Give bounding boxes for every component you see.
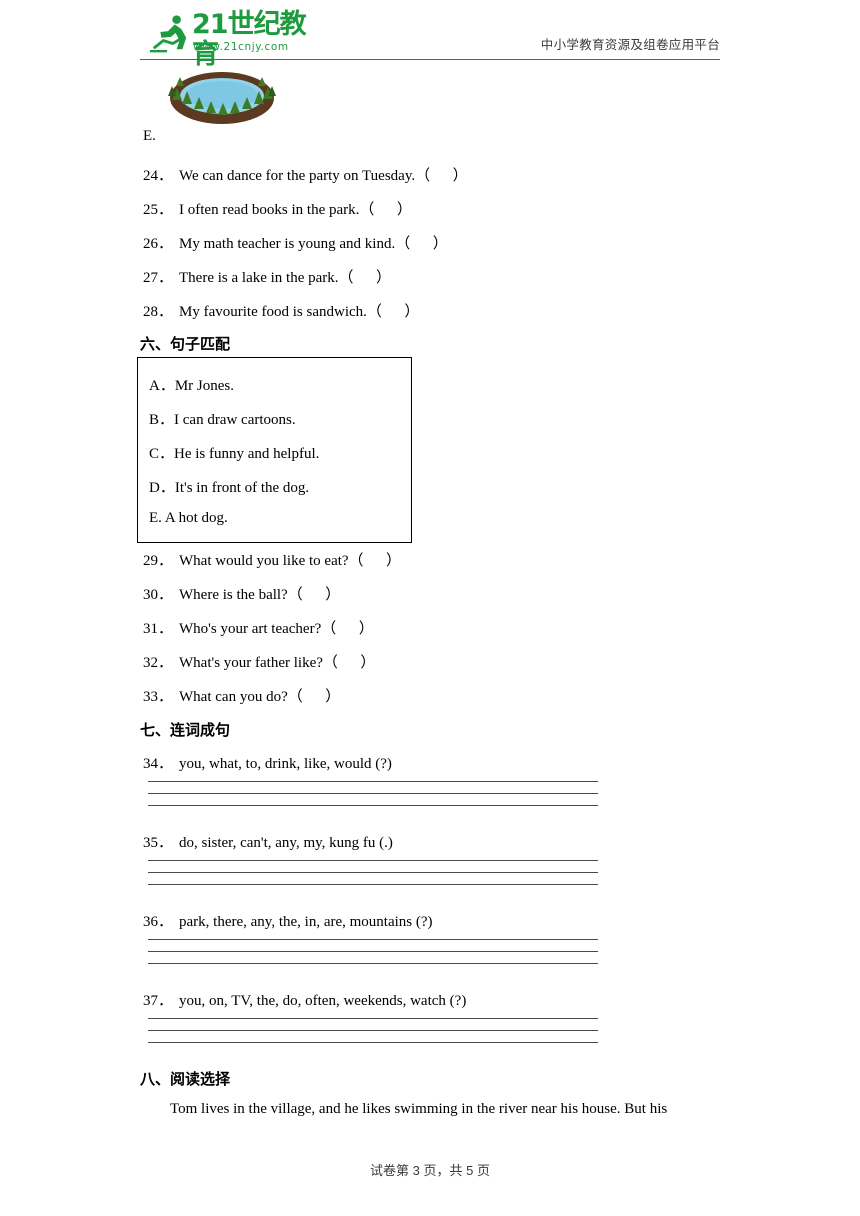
question-28: 28． My favourite food is sandwich.（ ） xyxy=(143,304,420,320)
question-27: 27． There is a lake in the park.（ ） xyxy=(143,270,392,286)
image-label-e: E. xyxy=(143,128,156,144)
answer-lines-35[interactable] xyxy=(148,860,598,896)
pond-illustration xyxy=(168,72,276,124)
match-option-e: E. A hot dog. xyxy=(149,510,228,526)
question-33: 33． What can you do?（ ） xyxy=(143,689,341,705)
matching-options-box: A．Mr Jones. B．I can draw cartoons. C．He … xyxy=(137,357,412,543)
question-37: 37． you, on, TV, the, do, often, weekends… xyxy=(143,993,467,1009)
match-option-a: A．Mr Jones. xyxy=(149,378,234,394)
question-31: 31． Who's your art teacher?（ ） xyxy=(143,621,374,637)
running-person-icon xyxy=(149,15,187,53)
exam-page: 21世纪教育 www.21cnjy.com 中小学教育资源及组卷应用平台 E. xyxy=(0,0,860,1216)
question-36: 36． park, there, any, the, in, are, mount… xyxy=(143,914,433,930)
logo-text: 21世纪教育 xyxy=(192,9,307,70)
question-30: 30． Where is the ball?（ ） xyxy=(143,587,341,603)
section-title-seven: 七、连词成句 xyxy=(140,722,231,739)
question-32: 32． What's your father like?（ ） xyxy=(143,655,376,671)
question-25: 25． I often read books in the park.（ ） xyxy=(143,202,412,218)
question-35: 35． do, sister, can't, any, my, kung fu (… xyxy=(143,835,393,851)
question-24: 24． We can dance for the party on Tuesday… xyxy=(143,168,468,184)
logo-url: www.21cnjy.com xyxy=(193,41,289,53)
reading-passage: Tom lives in the village, and he likes s… xyxy=(170,1101,668,1117)
answer-lines-34[interactable] xyxy=(148,781,598,817)
section-title-eight: 八、阅读选择 xyxy=(140,1071,231,1088)
match-option-c: C．He is funny and helpful. xyxy=(149,446,320,462)
question-34: 34． you, what, to, drink, like, would (?) xyxy=(143,756,392,772)
answer-lines-36[interactable] xyxy=(148,939,598,975)
page-footer: 试卷第 3 页，共 5 页 xyxy=(370,1163,490,1178)
question-26: 26． My math teacher is young and kind.（ ） xyxy=(143,236,448,252)
header-divider xyxy=(140,59,720,60)
answer-lines-37[interactable] xyxy=(148,1018,598,1054)
section-title-six: 六、句子匹配 xyxy=(140,336,231,353)
page-header: 21世纪教育 www.21cnjy.com 中小学教育资源及组卷应用平台 xyxy=(140,8,720,70)
match-option-d: D．It's in front of the dog. xyxy=(149,480,310,496)
match-option-b: B．I can draw cartoons. xyxy=(149,412,296,428)
header-tagline: 中小学教育资源及组卷应用平台 xyxy=(540,38,720,52)
site-logo: 21世纪教育 www.21cnjy.com xyxy=(140,10,310,70)
question-29: 29． What would you like to eat?（ ） xyxy=(143,553,402,569)
